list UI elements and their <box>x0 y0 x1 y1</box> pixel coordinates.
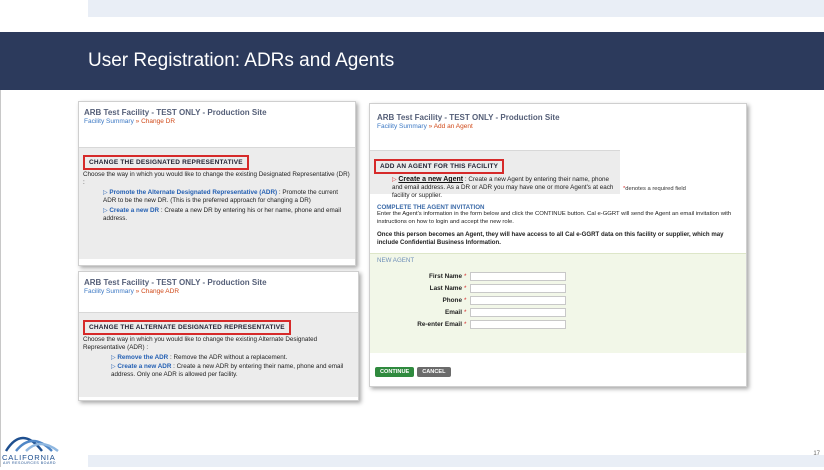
create-dr-link[interactable]: Create a new DR <box>109 207 159 214</box>
breadcrumb-separator: » <box>133 288 142 295</box>
access-note: Once this person becomes an Agent, they … <box>377 231 724 246</box>
field-reenter-email: Re-enter Email * <box>377 318 746 330</box>
field-first-name: First Name * <box>377 270 746 282</box>
option-create-dr: ▷ Create a new DR : Create a new DR by e… <box>103 207 351 223</box>
site-title: ARB Test Facility - TEST ONLY - Producti… <box>84 108 267 117</box>
california-arb-logo: CALIFORNIA AIR RESOURCES BOARD <box>2 421 64 465</box>
breadcrumb: Facility Summary » Add an Agent <box>377 123 739 130</box>
section-heading: CHANGE THE ALTERNATE DESIGNATED REPRESEN… <box>83 320 291 335</box>
first-name-input[interactable] <box>470 271 566 281</box>
new-agent-form: NEW AGENT First Name * Last Name * Phone * … <box>370 253 746 353</box>
field-label: Email <box>444 308 462 316</box>
title-bar: User Registration: ADRs and Agents <box>0 32 824 90</box>
last-name-input[interactable] <box>470 283 566 293</box>
slide-title: User Registration: ADRs and Agents <box>88 50 395 71</box>
field-label: Phone <box>442 296 462 304</box>
breadcrumb-facility-summary-link[interactable]: Facility Summary <box>84 288 134 295</box>
site-title: ARB Test Facility - TEST ONLY - Producti… <box>84 278 267 287</box>
site-title: ARB Test Facility - TEST ONLY - Producti… <box>377 113 560 122</box>
invite-heading: COMPLETE THE AGENT INVITATION <box>377 204 485 211</box>
phone-input[interactable] <box>470 295 566 305</box>
arrow-icon: ▷ <box>111 355 116 361</box>
breadcrumb: Facility Summary » Change ADR <box>84 288 353 295</box>
field-label: Re-enter Email <box>417 320 462 328</box>
email-input[interactable] <box>470 307 566 317</box>
field-label: Last Name <box>429 284 462 292</box>
field-last-name: Last Name * <box>377 282 746 294</box>
cancel-button[interactable]: CANCEL <box>417 367 451 377</box>
create-adr-link[interactable]: Create a new ADR <box>117 363 171 370</box>
promote-adr-link[interactable]: Promote the Alternate Designated Represe… <box>109 189 277 196</box>
breadcrumb-facility-summary-link[interactable]: Facility Summary <box>84 118 134 125</box>
continue-button[interactable]: CONTINUE <box>375 367 415 377</box>
bottom-decoration-strip <box>88 455 824 467</box>
required-note-text: denotes a required field <box>625 186 686 192</box>
logo-subtitle: AIR RESOURCES BOARD <box>3 461 57 465</box>
add-agent-screenshot: ARB Test Facility - TEST ONLY - Producti… <box>369 103 747 387</box>
arrow-icon: ▷ <box>103 208 108 214</box>
invite-text: Enter the Agent's information in the for… <box>377 211 732 225</box>
field-label: First Name <box>428 272 462 280</box>
section-heading: CHANGE THE DESIGNATED REPRESENTATIVE <box>83 155 249 170</box>
arrow-icon: ▷ <box>111 364 116 370</box>
change-adr-screenshot: ARB Test Facility - TEST ONLY - Producti… <box>78 271 359 401</box>
breadcrumb-separator: » <box>133 118 142 125</box>
breadcrumb-current: Change ADR <box>141 288 180 295</box>
breadcrumb-current: Change DR <box>141 118 176 125</box>
top-decoration-strip <box>88 0 824 17</box>
field-email: Email * <box>377 306 746 318</box>
section-heading: ADD AN AGENT FOR THIS FACILITY <box>374 159 505 174</box>
change-dr-screenshot: ARB Test Facility - TEST ONLY - Producti… <box>78 101 356 266</box>
breadcrumb: Facility Summary » Change DR <box>84 118 350 125</box>
reenter-email-input[interactable] <box>470 319 566 329</box>
breadcrumb-facility-summary-link[interactable]: Facility Summary <box>377 123 427 130</box>
form-actions: CONTINUE CANCEL <box>370 353 746 378</box>
arrow-icon: ▷ <box>392 177 397 183</box>
remove-adr-link[interactable]: Remove the ADR <box>117 354 168 361</box>
form-heading: NEW AGENT <box>377 257 415 264</box>
required-note: *denotes a required field <box>623 186 686 192</box>
option-create-adr: ▷ Create a new ADR : Create a new ADR by… <box>111 363 354 379</box>
breadcrumb-separator: » <box>426 123 434 130</box>
left-divider <box>0 90 1 467</box>
breadcrumb-current: Add an Agent <box>433 123 473 130</box>
option-text: : Remove the ADR without a replacement. <box>168 354 288 361</box>
create-agent-link[interactable]: Create a new Agent <box>398 176 463 183</box>
field-phone: Phone * <box>377 294 746 306</box>
slide-number: 17 <box>813 451 820 457</box>
option-promote-adr: ▷ Promote the Alternate Designated Repre… <box>103 189 351 205</box>
option-remove-adr: ▷ Remove the ADR : Remove the ADR withou… <box>111 354 354 362</box>
arrow-icon: ▷ <box>103 190 108 196</box>
section-description: Choose the way in which you would like t… <box>83 171 350 186</box>
section-description: Choose the way in which you would like t… <box>83 336 318 351</box>
